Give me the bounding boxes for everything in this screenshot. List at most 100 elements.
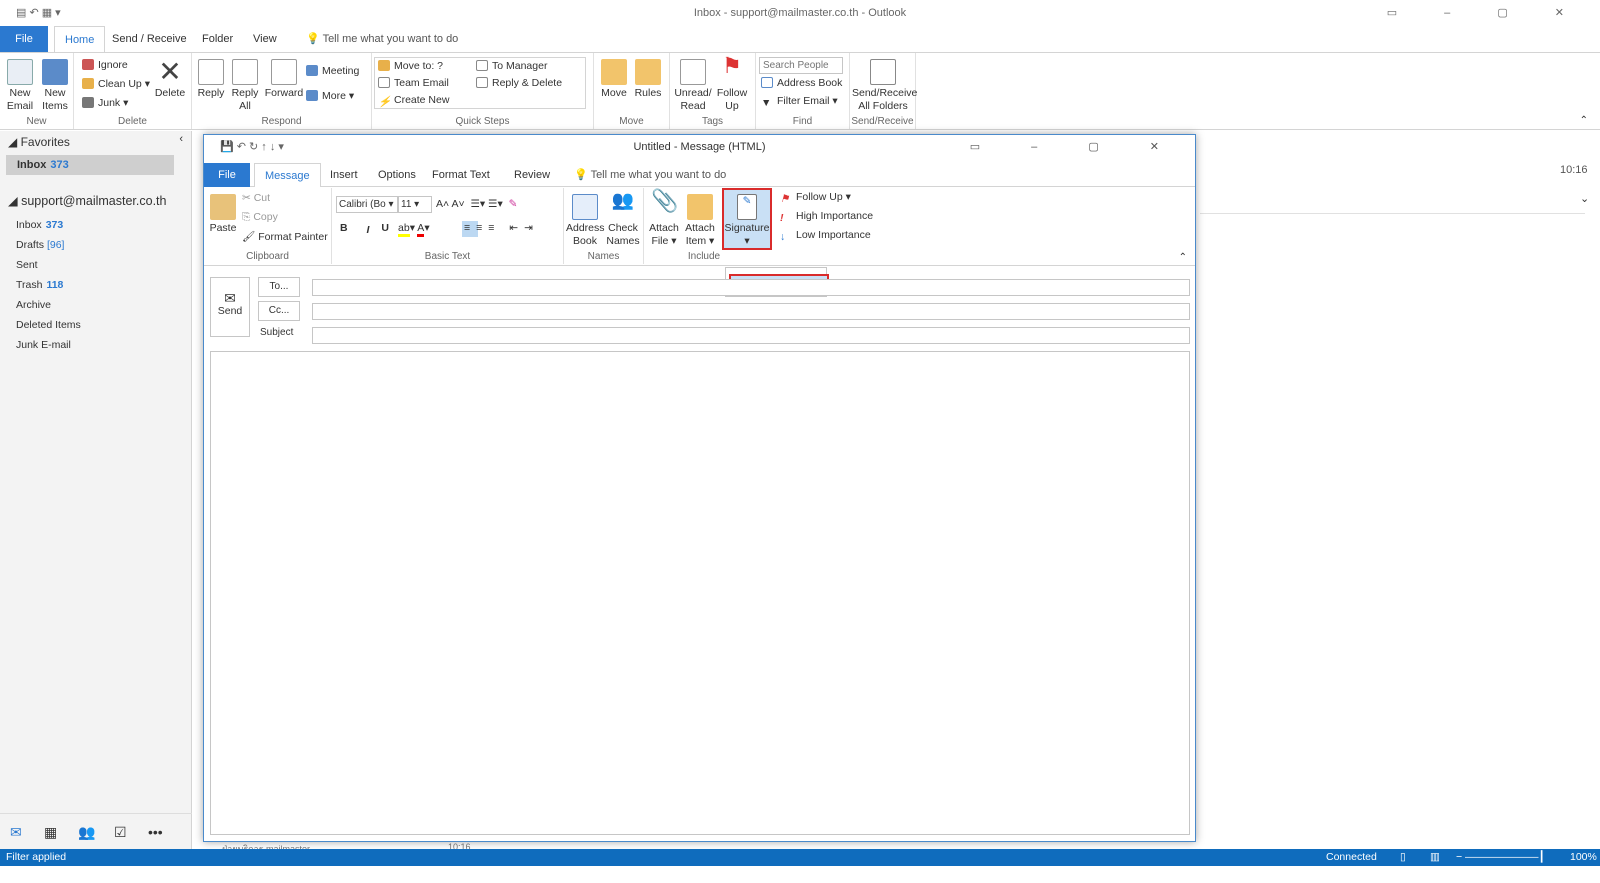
folder-inbox[interactable]: Inbox 373	[16, 219, 63, 231]
font-name-select[interactable]: Calibri (Bo ▾	[336, 196, 398, 213]
compose-tabs: File Message Insert Options Format Text …	[204, 163, 1195, 187]
compose-tell-me[interactable]: 💡 Tell me what you want to do	[564, 163, 736, 187]
move-button[interactable]: Move	[598, 59, 630, 100]
cc-field[interactable]	[312, 303, 1190, 320]
folder-drafts[interactable]: Drafts [96]	[16, 239, 64, 251]
message-body[interactable]	[210, 351, 1190, 835]
tab-send-receive[interactable]: Send / Receive	[102, 26, 197, 52]
to-button[interactable]: To...	[258, 277, 300, 297]
font-size-select[interactable]: 11 ▾	[398, 196, 432, 213]
folder-sent[interactable]: Sent	[16, 259, 38, 271]
check-names-button[interactable]: 👥 Check Names	[604, 191, 642, 248]
new-items-icon	[42, 59, 68, 85]
quick-step[interactable]: ⚡ Create New	[378, 94, 449, 108]
font-grow-shrink[interactable]: A˄ A˅ ☰▾ ☰▾ ✎	[436, 198, 517, 210]
title-bar: Inbox - support@mailmaster.co.th - Outlo…	[0, 0, 1600, 26]
compose-quick-access[interactable]: 💾 ↶ ↻ ↑ ↓ ▾	[220, 135, 284, 159]
more-icon[interactable]: •••	[148, 814, 163, 850]
rules-button[interactable]: Rules	[632, 59, 664, 100]
reply-button[interactable]: Reply	[194, 59, 228, 100]
unread-read-button[interactable]: Unread/ Read	[674, 59, 712, 113]
account-header[interactable]: ◢ support@mailmaster.co.th	[8, 193, 166, 208]
bold-italic-underline[interactable]: B IU	[340, 222, 397, 236]
tab-message[interactable]: Message	[254, 163, 321, 187]
address-book-button[interactable]: Address Book	[566, 194, 605, 248]
delete-button[interactable]: ✕ Delete	[152, 57, 188, 100]
junk-button[interactable]: Junk ▾	[82, 97, 128, 109]
alignment-indent-buttons[interactable]: ≡≡≡ ⇤⇥	[464, 222, 539, 234]
high-importance-button[interactable]: ! High Importance	[780, 210, 873, 224]
cc-button[interactable]: Cc...	[258, 301, 300, 321]
follow-up-button[interactable]: ⚑ Follow Up ▾	[780, 191, 851, 205]
folder-trash[interactable]: Trash 118	[16, 279, 63, 291]
reply-all-button[interactable]: Reply All	[228, 59, 262, 113]
group-find: Address Book ▼Filter Email ▾ Find	[756, 53, 850, 129]
new-items-button[interactable]: New Items	[38, 59, 72, 113]
reply-icon	[198, 59, 224, 85]
subject-field[interactable]	[312, 327, 1190, 344]
group-move: Move Rules Move	[594, 53, 670, 129]
forward-button[interactable]: Forward	[264, 59, 304, 100]
copy-button[interactable]: ⎘ Copy	[242, 211, 278, 224]
tab-view[interactable]: View	[243, 26, 287, 52]
folder-archive[interactable]: Archive	[16, 299, 51, 311]
attach-item-button[interactable]: Attach Item ▾	[682, 194, 718, 248]
new-email-button[interactable]: New Email	[4, 59, 36, 113]
people-icon[interactable]: 👥	[78, 814, 95, 850]
tab-file[interactable]: File	[204, 163, 250, 187]
favorites-header[interactable]: ◢ Favorites	[8, 135, 70, 149]
send-receive-all-button[interactable]: Send/Receive All Folders	[852, 59, 917, 113]
tab-options[interactable]: Options	[368, 163, 426, 187]
flag-icon: ⚑	[722, 53, 742, 78]
group-label: Clipboard	[246, 251, 289, 262]
tasks-icon[interactable]: ☑	[114, 814, 127, 850]
tab-review[interactable]: Review	[504, 163, 560, 187]
search-people-input[interactable]	[759, 57, 843, 74]
tell-me[interactable]: 💡 Tell me what you want to do	[296, 26, 468, 52]
normal-view-icon[interactable]: ▯	[1400, 849, 1406, 866]
quick-step[interactable]: Move to: ?	[378, 60, 443, 72]
quick-access-icons[interactable]: ▤ ↶ ▦ ▾	[16, 0, 61, 26]
window-controls[interactable]: ▭ – ▢ ✕	[1387, 0, 1586, 26]
follow-up-button[interactable]: ⚑ Follow Up	[714, 53, 750, 113]
paste-button[interactable]: Paste	[208, 194, 238, 235]
tab-folder[interactable]: Folder	[192, 26, 243, 52]
compose-window: Untitled - Message (HTML) 💾 ↶ ↻ ↑ ↓ ▾ ▭ …	[203, 134, 1196, 842]
tab-format-text[interactable]: Format Text	[422, 163, 500, 187]
clean-up-button[interactable]: Clean Up ▾	[82, 78, 150, 90]
signature-button[interactable]: ✎ Signature ▾	[722, 188, 772, 250]
format-painter-button[interactable]: 🖌 Format Painter	[242, 230, 328, 243]
reading-view-icon[interactable]: ▥	[1430, 849, 1440, 866]
tab-home[interactable]: Home	[54, 26, 106, 52]
low-importance-button[interactable]: ↓ Low Importance	[780, 229, 871, 243]
ignore-button[interactable]: Ignore	[82, 59, 128, 71]
mail-icon[interactable]: ✉	[10, 814, 22, 850]
status-bar: Filter applied Connected ▯ ▥ − ———————┃—…	[0, 849, 1600, 880]
folder-deleted-items[interactable]: Deleted Items	[16, 319, 81, 331]
expand-chevron-icon[interactable]: ⌄	[1580, 192, 1589, 205]
highlight-font-color[interactable]: ab▾ A▾	[398, 222, 430, 237]
send-button[interactable]: ✉ Send	[210, 277, 250, 337]
address-book-button[interactable]: Address Book	[761, 77, 842, 89]
more-button[interactable]: More ▾	[306, 90, 354, 102]
collapse-compose-ribbon-icon[interactable]: ⌃	[1179, 252, 1187, 263]
ribbon: New Email New Items New Ignore Clean Up …	[0, 52, 1600, 130]
favorite-inbox[interactable]: Inbox 373	[6, 155, 174, 175]
to-field[interactable]	[312, 279, 1190, 296]
calendar-icon[interactable]: ▦	[44, 814, 57, 850]
compose-window-controls[interactable]: ▭ – ▢ ✕	[970, 135, 1183, 159]
collapse-pane-icon[interactable]: ‹	[179, 133, 183, 145]
quick-step[interactable]: To Manager	[476, 60, 547, 72]
meeting-button[interactable]: Meeting	[306, 65, 359, 77]
folder-junk[interactable]: Junk E-mail	[16, 339, 71, 351]
quick-step[interactable]: Team Email	[378, 77, 449, 89]
tab-file[interactable]: File	[0, 26, 48, 52]
collapse-ribbon-icon[interactable]: ⌃	[1580, 115, 1588, 126]
quick-step[interactable]: Reply & Delete	[476, 77, 562, 89]
attach-file-button[interactable]: 📎 Attach File ▾	[646, 190, 682, 248]
zoom-slider[interactable]: − ———————┃——— +	[1456, 849, 1556, 883]
send-receive-icon	[870, 59, 896, 85]
cut-button[interactable]: ✂ Cut	[242, 192, 270, 204]
filter-email-button[interactable]: ▼ Filter Email ▾	[761, 95, 838, 109]
tab-insert[interactable]: Insert	[320, 163, 368, 187]
